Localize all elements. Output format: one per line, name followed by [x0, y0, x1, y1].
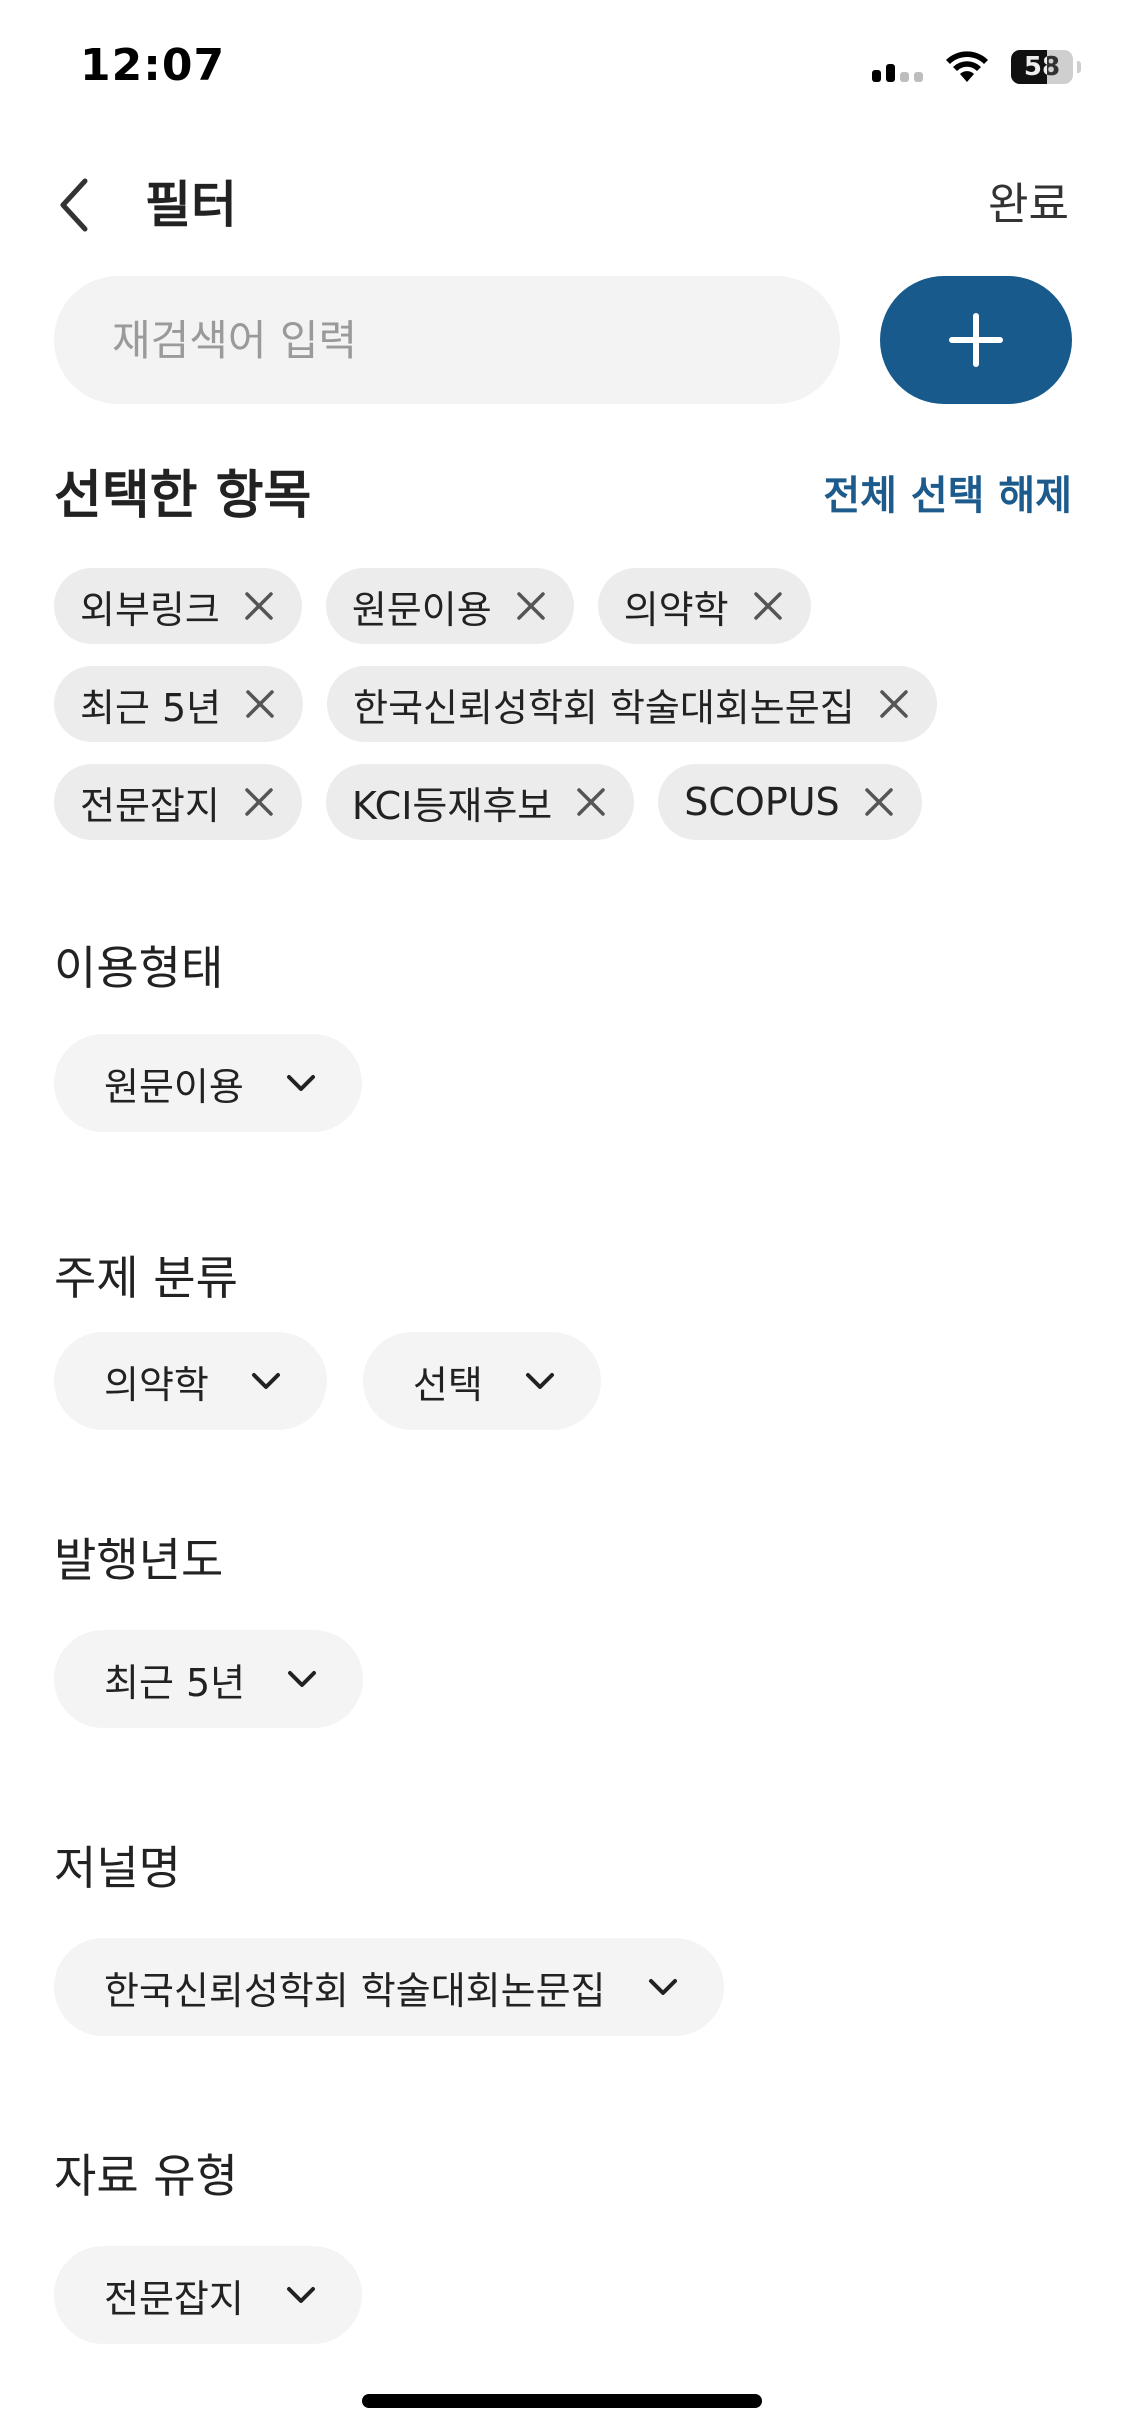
add-button[interactable] [880, 276, 1072, 404]
filter-label: 저널명 [54, 1841, 181, 1895]
back-button[interactable] [44, 170, 104, 240]
close-icon[interactable] [574, 785, 608, 819]
filter-label: 이용형태 [54, 941, 224, 995]
dropdown-label: 최근 5년 [104, 1660, 246, 1705]
clear-all-button[interactable]: 전체 선택 해제 [823, 460, 1072, 532]
filter-usage-type: 이용형태 원문이용 [54, 938, 362, 1132]
chip-label: SCOPUS [684, 780, 840, 824]
battery-level: 58 [1023, 52, 1061, 82]
chevron-down-icon [646, 1970, 680, 2004]
close-icon[interactable] [242, 785, 276, 819]
status-bar: 12:07 58 [0, 0, 1125, 140]
chevron-down-icon [284, 2278, 318, 2312]
chip-label: 최근 5년 [80, 685, 222, 730]
filter-journal: 저널명 한국신뢰성학회 학술대회논문집 [54, 1838, 724, 2036]
chip-fulltext[interactable]: 원문이용 [325, 568, 574, 644]
chip-journal[interactable]: 한국신뢰성학회 학술대회논문집 [327, 666, 937, 742]
close-icon[interactable] [877, 687, 911, 721]
battery-cap [1077, 61, 1081, 73]
journal-dropdown[interactable]: 한국신뢰성학회 학술대회논문집 [54, 1938, 724, 2036]
dropdown-row: 한국신뢰성학회 학술대회논문집 [54, 1938, 724, 2036]
selected-header: 선택한 항목 전체 선택 해제 [54, 460, 1072, 532]
dropdown-label: 의약학 [104, 1362, 209, 1407]
chip-label: 전문잡지 [80, 783, 220, 828]
chip-recent-5y[interactable]: 최근 5년 [54, 666, 304, 742]
close-icon[interactable] [862, 785, 896, 819]
page-title: 필터 [145, 176, 237, 234]
close-icon[interactable] [242, 589, 276, 623]
chip-row: 최근 5년 한국신뢰성학회 학술대회논문집 [54, 666, 1072, 742]
dropdown-row: 전문잡지 [54, 2246, 362, 2344]
chip-scopus[interactable]: SCOPUS [658, 764, 922, 840]
chip-label: 외부링크 [80, 587, 220, 632]
chevron-down-icon [523, 1364, 557, 1398]
done-button[interactable]: 완료 [988, 170, 1069, 240]
close-icon[interactable] [514, 589, 548, 623]
subject-major-dropdown[interactable]: 의약학 [54, 1332, 327, 1430]
chip-medicine[interactable]: 의약학 [597, 568, 811, 644]
chip-label: 원문이용 [351, 587, 492, 632]
close-icon[interactable] [751, 589, 785, 623]
dropdown-label: 원문이용 [104, 1064, 244, 1109]
plus-icon [949, 313, 1003, 367]
year-dropdown[interactable]: 최근 5년 [54, 1630, 364, 1728]
selected-title: 선택한 항목 [54, 466, 312, 526]
search-input[interactable] [54, 276, 840, 404]
header: 필터 완료 [0, 150, 1125, 260]
wifi-icon [946, 51, 988, 82]
dropdown-label: 한국신뢰성학회 학술대회논문집 [104, 1968, 606, 2013]
chip-kci-candidate[interactable]: KCI등재후보 [325, 764, 635, 840]
close-icon[interactable] [243, 687, 277, 721]
chevron-down-icon [284, 1066, 318, 1100]
search-row [54, 276, 1072, 404]
chip-label: 한국신뢰성학회 학술대회논문집 [353, 685, 855, 730]
selected-chips: 외부링크 원문이용 의약학 최근 5년 한국신뢰성학회 학술대회논문집 전문잡지… [54, 568, 1072, 862]
chip-row: 외부링크 원문이용 의약학 [54, 568, 1072, 644]
status-time: 12:07 [80, 40, 226, 91]
filter-year: 발행년도 최근 5년 [54, 1530, 364, 1728]
dropdown-label: 선택 [412, 1362, 483, 1407]
filter-label: 발행년도 [54, 1533, 224, 1587]
filter-label: 주제 분류 [54, 1251, 238, 1305]
chevron-down-icon [249, 1364, 283, 1398]
chevron-down-icon [285, 1662, 319, 1696]
battery-icon: 58 [1011, 50, 1073, 84]
cellular-signal-icon [872, 52, 923, 82]
status-indicators: 58 [872, 50, 1081, 84]
filter-material-type: 자료 유형 전문잡지 [54, 2146, 362, 2344]
dropdown-row: 원문이용 [54, 1034, 362, 1132]
home-indicator[interactable] [362, 2394, 762, 2408]
dropdown-row: 최근 5년 [54, 1630, 364, 1728]
chip-trade-magazine[interactable]: 전문잡지 [54, 764, 302, 840]
filter-label: 자료 유형 [54, 2149, 238, 2203]
chip-label: KCI등재후보 [351, 783, 553, 828]
usage-type-dropdown[interactable]: 원문이용 [54, 1034, 362, 1132]
subject-minor-dropdown[interactable]: 선택 [362, 1332, 601, 1430]
filter-subject: 주제 분류 의약학 선택 [54, 1248, 601, 1430]
material-type-dropdown[interactable]: 전문잡지 [54, 2246, 362, 2344]
chip-label: 의약학 [623, 587, 729, 632]
chevron-left-icon [60, 178, 88, 232]
dropdown-row: 의약학 선택 [54, 1332, 601, 1430]
chip-row: 전문잡지 KCI등재후보 SCOPUS [54, 764, 1072, 840]
dropdown-label: 전문잡지 [104, 2276, 244, 2321]
chip-external-link[interactable]: 외부링크 [54, 568, 302, 644]
